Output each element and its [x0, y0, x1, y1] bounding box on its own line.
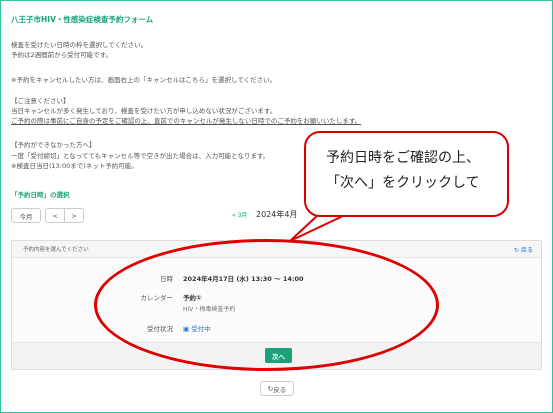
calendar-value: 予約①: [183, 294, 202, 302]
status-label: 受付状況: [147, 325, 173, 333]
intro-line: 【予約ができなかった方へ】: [11, 141, 96, 149]
next-button[interactable]: 次へ: [265, 348, 292, 363]
back-icon: ↻: [514, 247, 520, 254]
callout-line-1: 予約日時をご確認の上、: [326, 150, 480, 166]
prev-button[interactable]: <: [45, 208, 65, 223]
calendar-label: カレンダー: [140, 294, 174, 302]
prev-month-link[interactable]: « 3月: [232, 210, 247, 219]
status-value: ▣ 受付中: [183, 323, 211, 333]
date-value: 2024年4月17日 (水) 13:30 〜 14:00: [183, 275, 304, 283]
panel-header: 予約内容を選んでください ↻ 戻る: [12, 241, 541, 258]
intro-line: 予約は2週間前から受付可能です。: [11, 51, 112, 59]
date-label: 日時: [160, 275, 173, 283]
reservation-panel: 予約内容を選んでください ↻ 戻る 日時 2024年4月17日 (水) 13:3…: [11, 240, 542, 370]
section-label: 「予約日時」の選択: [11, 191, 70, 199]
intro-line: 当日キャンセルが多く発生しており、検査を受けたい方が申し込めない状況がございます…: [11, 107, 277, 115]
bottom-back-button[interactable]: ↻ 戻る: [260, 381, 294, 396]
intro-line: ※検査日当日(13:00まで)ネット予約可能。: [11, 162, 138, 170]
status-text: 受付中: [191, 325, 211, 333]
panel-title: 予約内容を選んでください: [23, 247, 89, 253]
callout-line-2: 「次へ」をクリックして: [326, 175, 480, 191]
next-month-button[interactable]: >: [64, 208, 84, 223]
panel-footer: 次へ: [12, 342, 541, 369]
intro-line: ※予約をキャンセルしたい方は、画面右上の「キャンセルはこちら」を選択してください…: [11, 76, 277, 84]
today-button[interactable]: 今月: [11, 208, 41, 223]
form-title: 八王子市HIV・性感染症検査予約フォーム: [11, 15, 154, 24]
panel-back-label: 戻る: [520, 247, 533, 254]
intro-line: 検査を受けたい日時の枠を選択してください。: [11, 41, 148, 49]
intro-line: 【ご注意ください】: [11, 97, 70, 105]
calendar-sub: HIV・梅毒検査予約: [183, 306, 236, 313]
intro-line-underlined: ご予約の際は事前にご自身の予定をご確認の上、直前でのキャンセルが発生しない日時で…: [11, 117, 362, 125]
bottom-back-label: 戻る: [273, 385, 287, 394]
calendar-month: 2024年4月: [256, 210, 298, 219]
intro-line: 一度「受付締切」となっててもキャンセル等で空きが出た場合は、入力可能となります。: [11, 152, 270, 160]
calendar-icon: ▣: [183, 325, 190, 333]
panel-back-link[interactable]: ↻ 戻る: [514, 245, 533, 254]
annotation-callout: 予約日時をご確認の上、 「次へ」をクリックして: [304, 131, 509, 217]
